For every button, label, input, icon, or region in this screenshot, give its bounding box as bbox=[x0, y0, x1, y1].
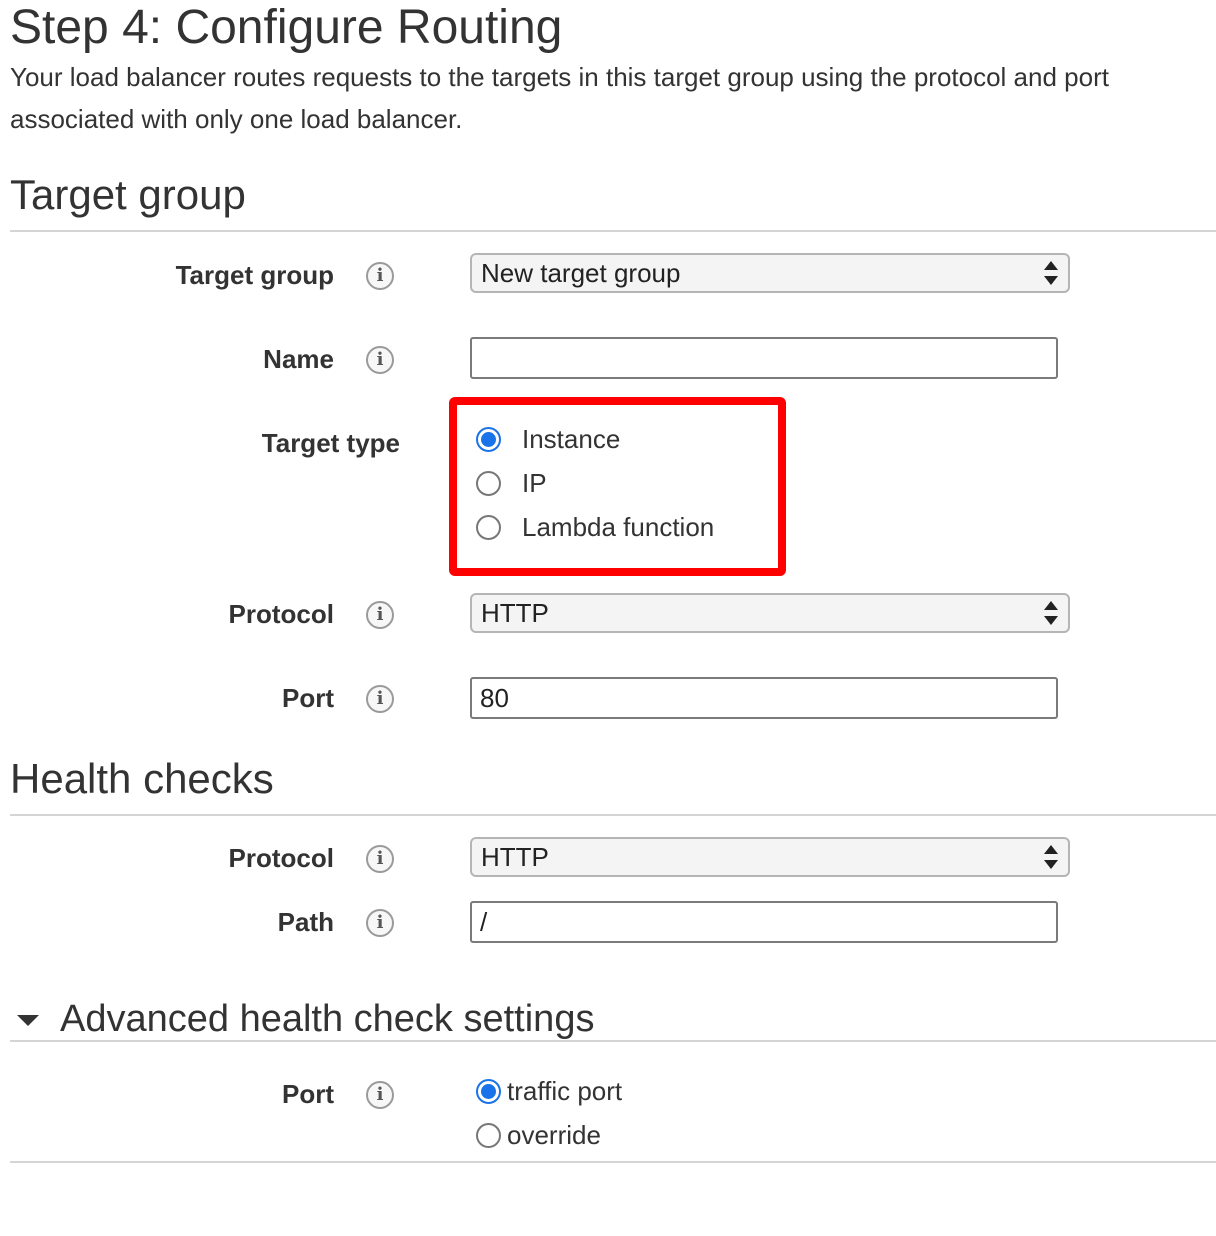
advanced-port-label: Port bbox=[282, 1079, 334, 1109]
target-type-label: Target type bbox=[261, 428, 400, 458]
protocol-select[interactable]: HTTP bbox=[470, 593, 1070, 633]
health-protocol-label: Protocol bbox=[228, 843, 334, 873]
info-icon[interactable]: i bbox=[366, 601, 394, 629]
advanced-settings-toggle[interactable]: Advanced health check settings bbox=[14, 996, 594, 1042]
name-label: Name bbox=[263, 344, 334, 374]
advanced-port-option-traffic-port[interactable]: traffic port bbox=[476, 1076, 622, 1107]
radio-button[interactable] bbox=[476, 1123, 501, 1148]
caret-down-icon bbox=[17, 1015, 39, 1026]
radio-button[interactable] bbox=[476, 471, 501, 496]
target-type-option-ip[interactable]: IP bbox=[476, 468, 547, 499]
section-heading-health-checks: Health checks bbox=[10, 755, 274, 802]
info-icon[interactable]: i bbox=[366, 1081, 394, 1109]
page-description: Your load balancer routes requests to th… bbox=[10, 62, 1109, 134]
target-group-label: Target group bbox=[175, 260, 334, 290]
page-title: Step 4: Configure Routing bbox=[10, 1, 563, 54]
path-label: Path bbox=[277, 907, 334, 937]
target-group-select[interactable]: New target group bbox=[470, 253, 1070, 293]
divider bbox=[10, 1161, 1216, 1163]
divider bbox=[10, 814, 1216, 816]
path-input[interactable]: / bbox=[470, 901, 1058, 943]
info-icon[interactable]: i bbox=[366, 845, 394, 873]
updown-arrows-icon bbox=[1044, 261, 1058, 285]
protocol-select-value: HTTP bbox=[481, 598, 549, 628]
radio-button[interactable] bbox=[476, 515, 501, 540]
info-icon[interactable]: i bbox=[366, 909, 394, 937]
target-type-option-lambda[interactable]: Lambda function bbox=[476, 512, 714, 543]
radio-label: IP bbox=[522, 468, 547, 498]
protocol-label: Protocol bbox=[228, 599, 334, 629]
advanced-port-option-override[interactable]: override bbox=[476, 1120, 601, 1151]
health-protocol-select-value: HTTP bbox=[481, 842, 549, 872]
radio-label: override bbox=[507, 1120, 601, 1150]
radio-button[interactable] bbox=[476, 427, 501, 452]
port-label: Port bbox=[282, 683, 334, 713]
target-type-option-instance[interactable]: Instance bbox=[476, 424, 620, 455]
radio-label: Instance bbox=[522, 424, 621, 454]
info-icon[interactable]: i bbox=[366, 346, 394, 374]
divider bbox=[10, 230, 1216, 232]
target-group-select-value: New target group bbox=[481, 258, 681, 288]
section-heading-target-group: Target group bbox=[10, 171, 246, 218]
updown-arrows-icon bbox=[1044, 845, 1058, 869]
name-input[interactable] bbox=[470, 337, 1058, 379]
port-input[interactable]: 80 bbox=[470, 677, 1058, 719]
radio-button[interactable] bbox=[476, 1079, 501, 1104]
advanced-settings-heading: Advanced health check settings bbox=[60, 998, 595, 1040]
radio-label: traffic port bbox=[507, 1076, 623, 1106]
health-protocol-select[interactable]: HTTP bbox=[470, 837, 1070, 877]
radio-label: Lambda function bbox=[522, 512, 715, 542]
info-icon[interactable]: i bbox=[366, 685, 394, 713]
updown-arrows-icon bbox=[1044, 601, 1058, 625]
info-icon[interactable]: i bbox=[366, 262, 394, 290]
divider bbox=[10, 1040, 1216, 1042]
